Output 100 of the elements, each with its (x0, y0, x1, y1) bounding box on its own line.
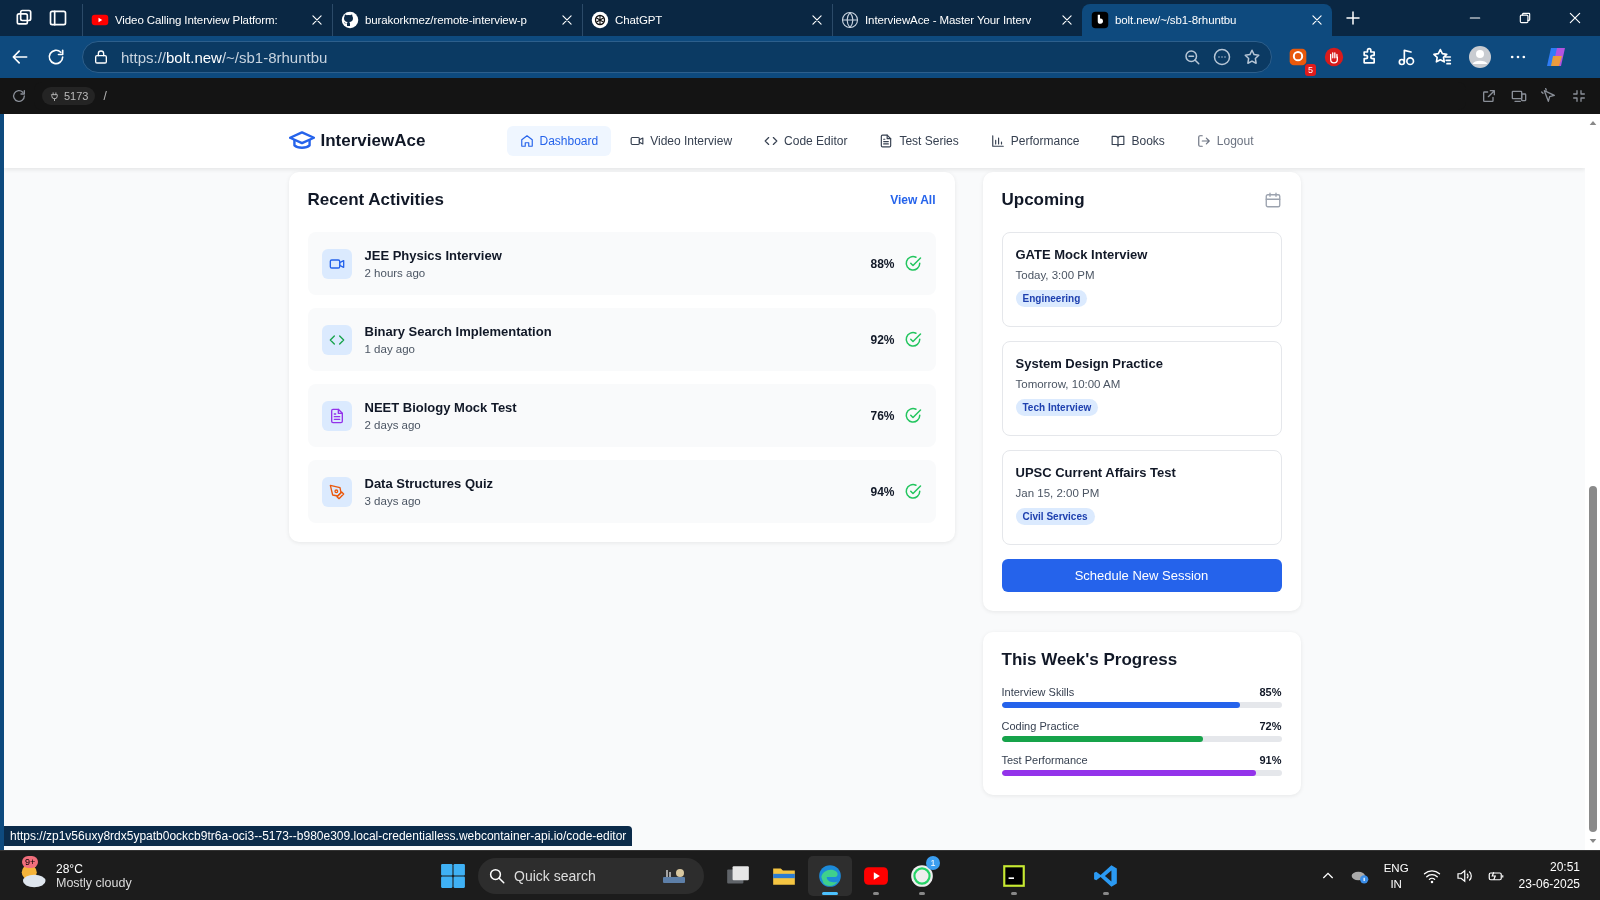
progress-value: 91% (1259, 754, 1282, 766)
tab-title: Video Calling Interview Platform: (115, 14, 279, 26)
chat-bubble-icon (909, 862, 935, 889)
open-external-icon[interactable] (1481, 88, 1497, 104)
activity-time: 2 hours ago (364, 267, 427, 279)
activity-title: JEE Physics Interview (364, 248, 503, 263)
nav-link[interactable]: Logout (1183, 126, 1267, 156)
check-circle-icon (903, 482, 922, 501)
devices-icon[interactable] (1511, 88, 1527, 104)
more-icon[interactable] (1213, 48, 1231, 66)
category-tag: Civil Services (1015, 508, 1095, 525)
language-code[interactable]: ENG (1383, 859, 1409, 876)
nav-link[interactable]: Dashboard (506, 126, 612, 156)
code-icon (764, 134, 779, 148)
tab-title: burakorkmez/remote-interview-p (365, 14, 528, 26)
back-icon[interactable] (10, 47, 30, 67)
star-icon[interactable] (1243, 48, 1261, 66)
nav-link[interactable]: Books (1098, 126, 1178, 156)
activity-item[interactable]: JEE Physics Interview 2 hours ago 88% (307, 232, 936, 295)
check-circle-icon (903, 254, 922, 273)
activity-score: 94% (870, 484, 895, 499)
close-icon[interactable] (1060, 13, 1074, 27)
browser-tab[interactable]: bolt.new/~/sb1-8rhuntbu (1082, 4, 1332, 36)
session-card[interactable]: UPSC Current Affairs Test Jan 15, 2:00 PM Civil Services (1001, 450, 1282, 545)
logout-icon (1196, 134, 1211, 148)
category-tag: Engineering (1015, 290, 1088, 307)
editor-logo-icon (1093, 862, 1119, 889)
region-code[interactable]: IN (1383, 875, 1409, 892)
activity-item[interactable]: Data Structures Quiz 3 days ago 94% (307, 460, 936, 523)
card-title: Upcoming (1001, 190, 1085, 210)
nav-link[interactable]: Video Interview (617, 126, 746, 156)
tab-title: InterviewAce - Master Your Interv (865, 14, 1033, 26)
profile-icon[interactable] (1468, 45, 1492, 69)
hand-icon[interactable] (1324, 47, 1344, 67)
scrollbar[interactable] (1585, 114, 1600, 850)
session-title: GATE Mock Interview (1015, 247, 1149, 262)
browser-swirl-icon (817, 862, 843, 889)
scrollbar-thumb[interactable] (1588, 486, 1597, 832)
workspaces-icon[interactable] (14, 8, 34, 28)
session-title: UPSC Current Affairs Test (1015, 465, 1177, 480)
nav-link[interactable]: Performance (977, 126, 1093, 156)
activity-title: NEET Biology Mock Test (364, 400, 518, 415)
reload-icon[interactable] (46, 47, 66, 67)
github-logo-icon (341, 11, 359, 29)
search-field[interactable]: Quick search (478, 857, 704, 894)
bar-chart-icon (990, 134, 1005, 148)
close-icon[interactable] (810, 13, 824, 27)
restore-icon[interactable] (1518, 11, 1532, 25)
nav-link[interactable]: Test Series (866, 126, 972, 156)
address-field[interactable]: https://bolt.new/~/sb1-8rhuntbu (82, 41, 1272, 73)
brand-name: InterviewAce (320, 131, 426, 151)
progress-value: 85% (1259, 686, 1282, 698)
reload-icon[interactable] (11, 88, 27, 104)
cursor-icon[interactable] (1541, 88, 1557, 104)
document-icon (879, 134, 894, 148)
activity-time: 1 day ago (364, 343, 416, 355)
close-icon[interactable] (310, 13, 324, 27)
copilot-icon[interactable] (1544, 45, 1568, 69)
nav-link[interactable]: Code Editor (751, 126, 861, 156)
session-time: Tomorrow, 10:00 AM (1015, 378, 1122, 390)
session-card[interactable]: GATE Mock Interview Today, 3:00 PM Engineering (1001, 232, 1282, 327)
globe-icon (841, 11, 859, 29)
weather-text: Mostly cloudy (56, 875, 132, 890)
clock[interactable]: 20:51 23-06-2025 (1518, 858, 1580, 893)
card-title: Recent Activities (307, 190, 444, 210)
port-chip[interactable]: 5173 (42, 87, 96, 105)
taskbar-app[interactable] (808, 855, 852, 896)
url-path: / (103, 89, 107, 103)
activity-item[interactable]: Binary Search Implementation 1 day ago 92% (307, 308, 936, 371)
tab-title: bolt.new/~/sb1-8rhuntbu (1115, 14, 1238, 26)
b-logo-icon (1091, 11, 1109, 29)
activity-title: Binary Search Implementation (364, 324, 553, 339)
progress-label: Coding Practice (1001, 720, 1080, 732)
book-icon (1111, 134, 1126, 148)
session-card[interactable]: System Design Practice Tomorrow, 10:00 AM Tech Interview (1001, 341, 1282, 436)
progress-value: 72% (1259, 720, 1282, 732)
check-circle-icon (903, 330, 922, 349)
progress-label: Test Performance (1001, 754, 1088, 766)
close-icon[interactable] (560, 13, 574, 27)
activity-item[interactable]: NEET Biology Mock Test 2 days ago 76% (307, 384, 936, 447)
close-icon[interactable] (1568, 11, 1582, 25)
activity-time: 2 days ago (364, 419, 422, 431)
collapse-icon[interactable] (1571, 88, 1587, 104)
favorites-icon[interactable] (1432, 47, 1452, 67)
music-icon[interactable] (1396, 47, 1416, 67)
start-icon[interactable] (440, 862, 466, 889)
notification-badge: 5 (1305, 64, 1316, 76)
extension-icon[interactable] (1288, 47, 1308, 67)
progress-label: Interview Skills (1001, 686, 1075, 698)
close-icon[interactable] (1310, 13, 1324, 27)
check-circle-icon (903, 406, 922, 425)
category-tag: Tech Interview (1015, 399, 1099, 416)
tab-actions-icon[interactable] (48, 8, 68, 28)
new-tab-icon[interactable] (1344, 9, 1362, 27)
zoom-out-icon[interactable] (1183, 48, 1201, 66)
view-all-link[interactable]: View All (890, 193, 936, 207)
schedule-button[interactable]: Schedule New Session (1001, 559, 1282, 592)
plug-icon (49, 90, 60, 102)
document-icon (328, 407, 345, 424)
notification-badge: 1 (926, 855, 940, 870)
